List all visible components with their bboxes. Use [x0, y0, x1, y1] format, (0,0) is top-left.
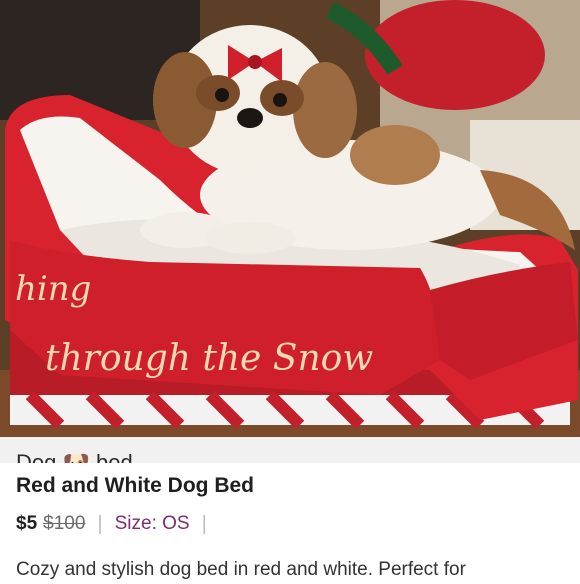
caption-text-post: bed	[89, 450, 133, 463]
listing-title: Red and White Dog Bed	[16, 474, 254, 497]
size-label: Size:	[114, 513, 157, 534]
dog-bed-photo: hing through the Snow	[0, 0, 580, 437]
bed-text-line2: through the Snow	[45, 338, 373, 379]
size-info[interactable]: Size: OS	[115, 513, 190, 535]
price: $5	[16, 513, 38, 534]
divider: |	[97, 512, 103, 535]
divider-trailing: |	[201, 512, 207, 535]
size-value: OS	[162, 513, 190, 534]
original-price: $100	[43, 513, 86, 534]
listing-photo[interactable]: hing through the Snow	[0, 0, 580, 437]
caption-text-pre: Dog	[16, 450, 63, 463]
dog-face-icon: 🐶	[62, 451, 89, 463]
photo-caption: Dog 🐶 bed	[16, 450, 133, 463]
bed-text-line1: hing	[15, 269, 91, 309]
caption-strip: Dog 🐶 bed	[0, 437, 580, 463]
price-row: $5 $100 | Size: OS |	[16, 510, 219, 538]
